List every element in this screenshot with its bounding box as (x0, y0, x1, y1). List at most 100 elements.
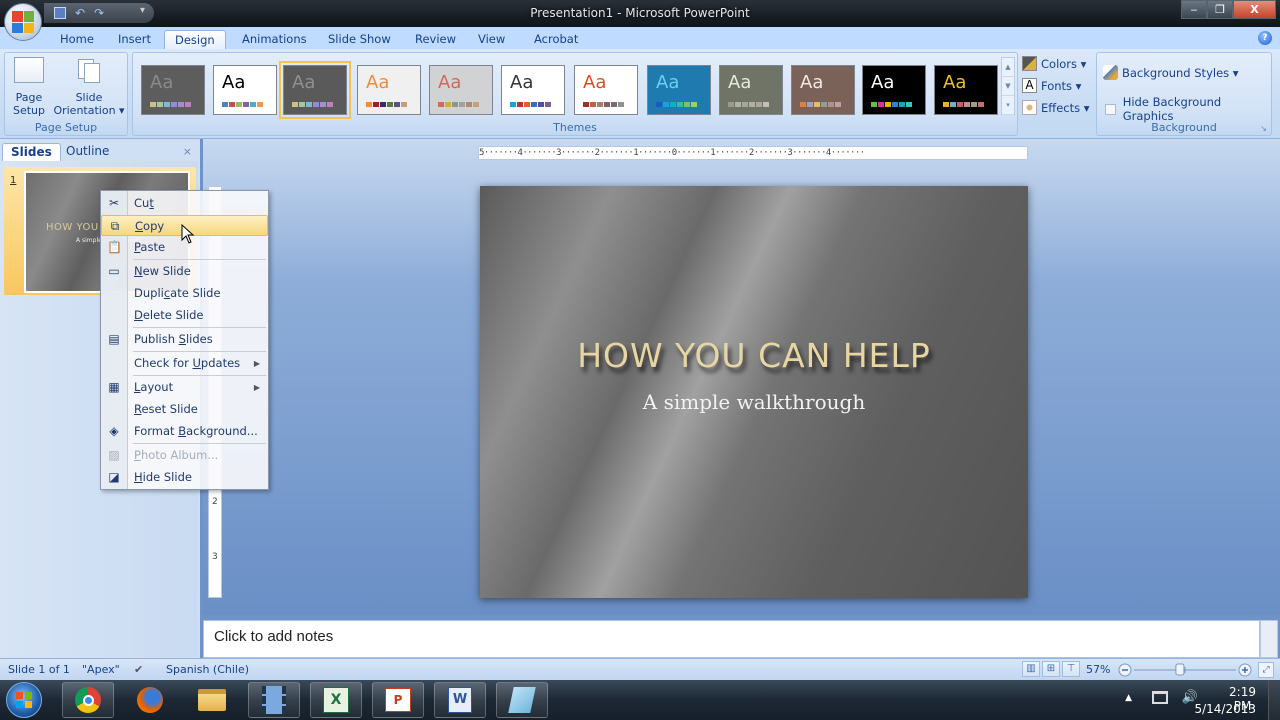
menu-item-check-for-updates[interactable]: Check for Updates ▶ (101, 353, 268, 374)
gallery-scroll-up-button[interactable]: ▲ (1002, 58, 1014, 77)
close-panel-icon[interactable]: × (183, 145, 192, 158)
zoom-level[interactable]: 57% (1086, 663, 1110, 676)
gallery-more-button[interactable]: ▾ (1002, 96, 1014, 115)
tab-acrobat[interactable]: Acrobat (524, 30, 588, 49)
menu-separator (133, 443, 266, 444)
notes-pane[interactable]: Click to add notes (203, 620, 1260, 658)
taskbar-chrome-button[interactable] (62, 682, 114, 718)
background-styles-button[interactable]: Background Styles ▾ (1103, 65, 1239, 80)
slide-sorter-view-button[interactable]: ⊞ (1042, 661, 1060, 677)
page-setup-button[interactable]: Page Setup (9, 57, 49, 117)
tab-slide-show[interactable]: Slide Show (318, 30, 401, 49)
office-button[interactable] (4, 3, 42, 41)
tab-outline[interactable]: Outline (58, 143, 117, 161)
theme-thumbnail-office-theme-dark[interactable]: Aa (141, 65, 205, 115)
help-icon[interactable]: ? (1258, 31, 1272, 45)
excel-icon: X (323, 687, 349, 713)
show-hidden-icons-button[interactable]: ▲ (1125, 693, 1132, 703)
ribbon: Page Setup Slide Orientation ▾ Page Setu… (0, 49, 1280, 139)
clock-date[interactable]: 5/14/2013 (1194, 702, 1256, 716)
close-button[interactable]: X (1233, 0, 1276, 19)
slide-subtitle[interactable]: A simple walkthrough (480, 390, 1028, 414)
minimize-button[interactable]: ‒ (1181, 0, 1207, 19)
tab-home[interactable]: Home (50, 30, 104, 49)
slide-orientation-icon (76, 57, 102, 85)
mouse-cursor-icon (181, 224, 195, 244)
menu-item-format-background[interactable]: ◈ Format Background... (101, 421, 268, 442)
fit-to-window-button[interactable]: ⤢ (1258, 662, 1274, 678)
colors-icon (1022, 56, 1037, 71)
theme-thumbnail-civic[interactable]: Aa (429, 65, 493, 115)
paste-icon: 📋 (107, 240, 122, 254)
theme-thumbnail-module[interactable]: Aa (934, 65, 998, 115)
theme-thumbnail-metro[interactable]: Aa (862, 65, 926, 115)
notes-scrollbar[interactable] (1260, 620, 1278, 658)
hide-background-graphics-checkbox[interactable]: Hide Background Graphics (1105, 95, 1271, 123)
fonts-button[interactable]: A Fonts ▾ (1022, 78, 1081, 93)
show-desktop-button[interactable] (1268, 680, 1280, 720)
tab-design[interactable]: Design (164, 30, 226, 49)
page-setup-group: Page Setup Slide Orientation ▾ Page Setu… (4, 52, 128, 136)
tab-view[interactable]: View (468, 30, 515, 49)
dialog-launcher-icon[interactable]: ↘ (1260, 124, 1267, 133)
menu-item-hide-slide[interactable]: ◪ Hide Slide (101, 467, 268, 488)
taskbar-movie-maker-button[interactable] (248, 682, 300, 718)
format-background-icon: ◈ (109, 424, 119, 438)
tab-slides[interactable]: Slides (2, 143, 61, 161)
theme-thumbnail-flow[interactable]: Aa (647, 65, 711, 115)
menu-item-publish-slides[interactable]: ▤ Publish Slides (101, 329, 268, 350)
theme-sample-text: Aa (871, 72, 895, 93)
theme-thumbnail-equity[interactable]: Aa (574, 65, 638, 115)
menu-item-photo-album: ▨ Photo Album... (108, 448, 219, 462)
taskbar-explorer-button[interactable] (186, 682, 238, 718)
theme-sample-text: Aa (943, 72, 967, 93)
theme-color-swatches (656, 102, 697, 107)
tab-insert[interactable]: Insert (108, 30, 161, 49)
theme-thumbnail-foundry[interactable]: Aa (719, 65, 783, 115)
theme-color-swatches (800, 102, 841, 107)
zoom-thumb[interactable] (1175, 663, 1185, 676)
taskbar-powerpoint-button[interactable]: P (372, 682, 424, 718)
slide-orientation-button[interactable]: Slide Orientation ▾ (51, 57, 127, 117)
taskbar-excel-button[interactable]: X (310, 682, 362, 718)
theme-thumbnail-apex[interactable]: Aa (279, 61, 351, 119)
firefox-icon (137, 687, 163, 713)
menu-item-reset-slide[interactable]: Reset Slide (101, 399, 268, 420)
menu-item-cut[interactable]: ✂ Cut (101, 193, 268, 214)
gallery-scroll-down-button[interactable]: ▼ (1002, 77, 1014, 96)
effects-icon (1022, 100, 1037, 115)
tab-animations[interactable]: Animations (232, 30, 317, 49)
taskbar-notepad-button[interactable] (496, 682, 548, 718)
scissors-icon: ✂ (108, 196, 120, 210)
zoom-slider[interactable] (1118, 662, 1252, 678)
slide-show-view-button[interactable]: ⊤ (1062, 661, 1080, 677)
colors-button[interactable]: Colors ▾ (1022, 56, 1086, 71)
menu-item-new-slide[interactable]: ▭ New Slide (101, 261, 268, 282)
theme-thumbnail-concourse[interactable]: Aa (501, 65, 565, 115)
menu-item-duplicate-slide[interactable]: Duplicate Slide (101, 283, 268, 304)
theme-color-swatches (943, 102, 984, 107)
copy-icon: ⧉ (110, 219, 120, 233)
tab-review[interactable]: Review (405, 30, 466, 49)
themes-group: Aa Aa Aa Aa Aa Aa Aa Aa Aa Aa Aa Aa Themes (132, 52, 1018, 136)
theme-thumbnail-aspect[interactable]: Aa (357, 65, 421, 115)
taskbar-firefox-button[interactable] (124, 682, 176, 718)
taskbar-word-button[interactable]: W (434, 682, 486, 718)
network-icon[interactable] (1152, 691, 1168, 704)
theme-sample-text: Aa (583, 72, 607, 93)
menu-item-layout[interactable]: ▦ Layout ▶ (101, 377, 268, 398)
theme-thumbnail-median[interactable]: Aa (791, 65, 855, 115)
slide-canvas[interactable]: HOW YOU CAN HELP A simple walkthrough (480, 186, 1028, 598)
slide-title[interactable]: HOW YOU CAN HELP (480, 336, 1028, 375)
spellcheck-icon[interactable]: ✔ (134, 663, 143, 676)
language-status[interactable]: Spanish (Chile) (166, 663, 249, 676)
theme-color-swatches (510, 102, 551, 107)
theme-sample-text: Aa (150, 72, 174, 93)
effects-button[interactable]: Effects ▾ (1022, 100, 1090, 115)
theme-thumbnail-office-theme[interactable]: Aa (213, 65, 277, 115)
start-button[interactable] (6, 682, 42, 718)
maximize-button[interactable]: ❐ (1207, 0, 1233, 19)
menu-separator (133, 327, 266, 328)
normal-view-button[interactable]: ▥ (1022, 661, 1040, 677)
menu-item-delete-slide[interactable]: Delete Slide (101, 305, 268, 326)
